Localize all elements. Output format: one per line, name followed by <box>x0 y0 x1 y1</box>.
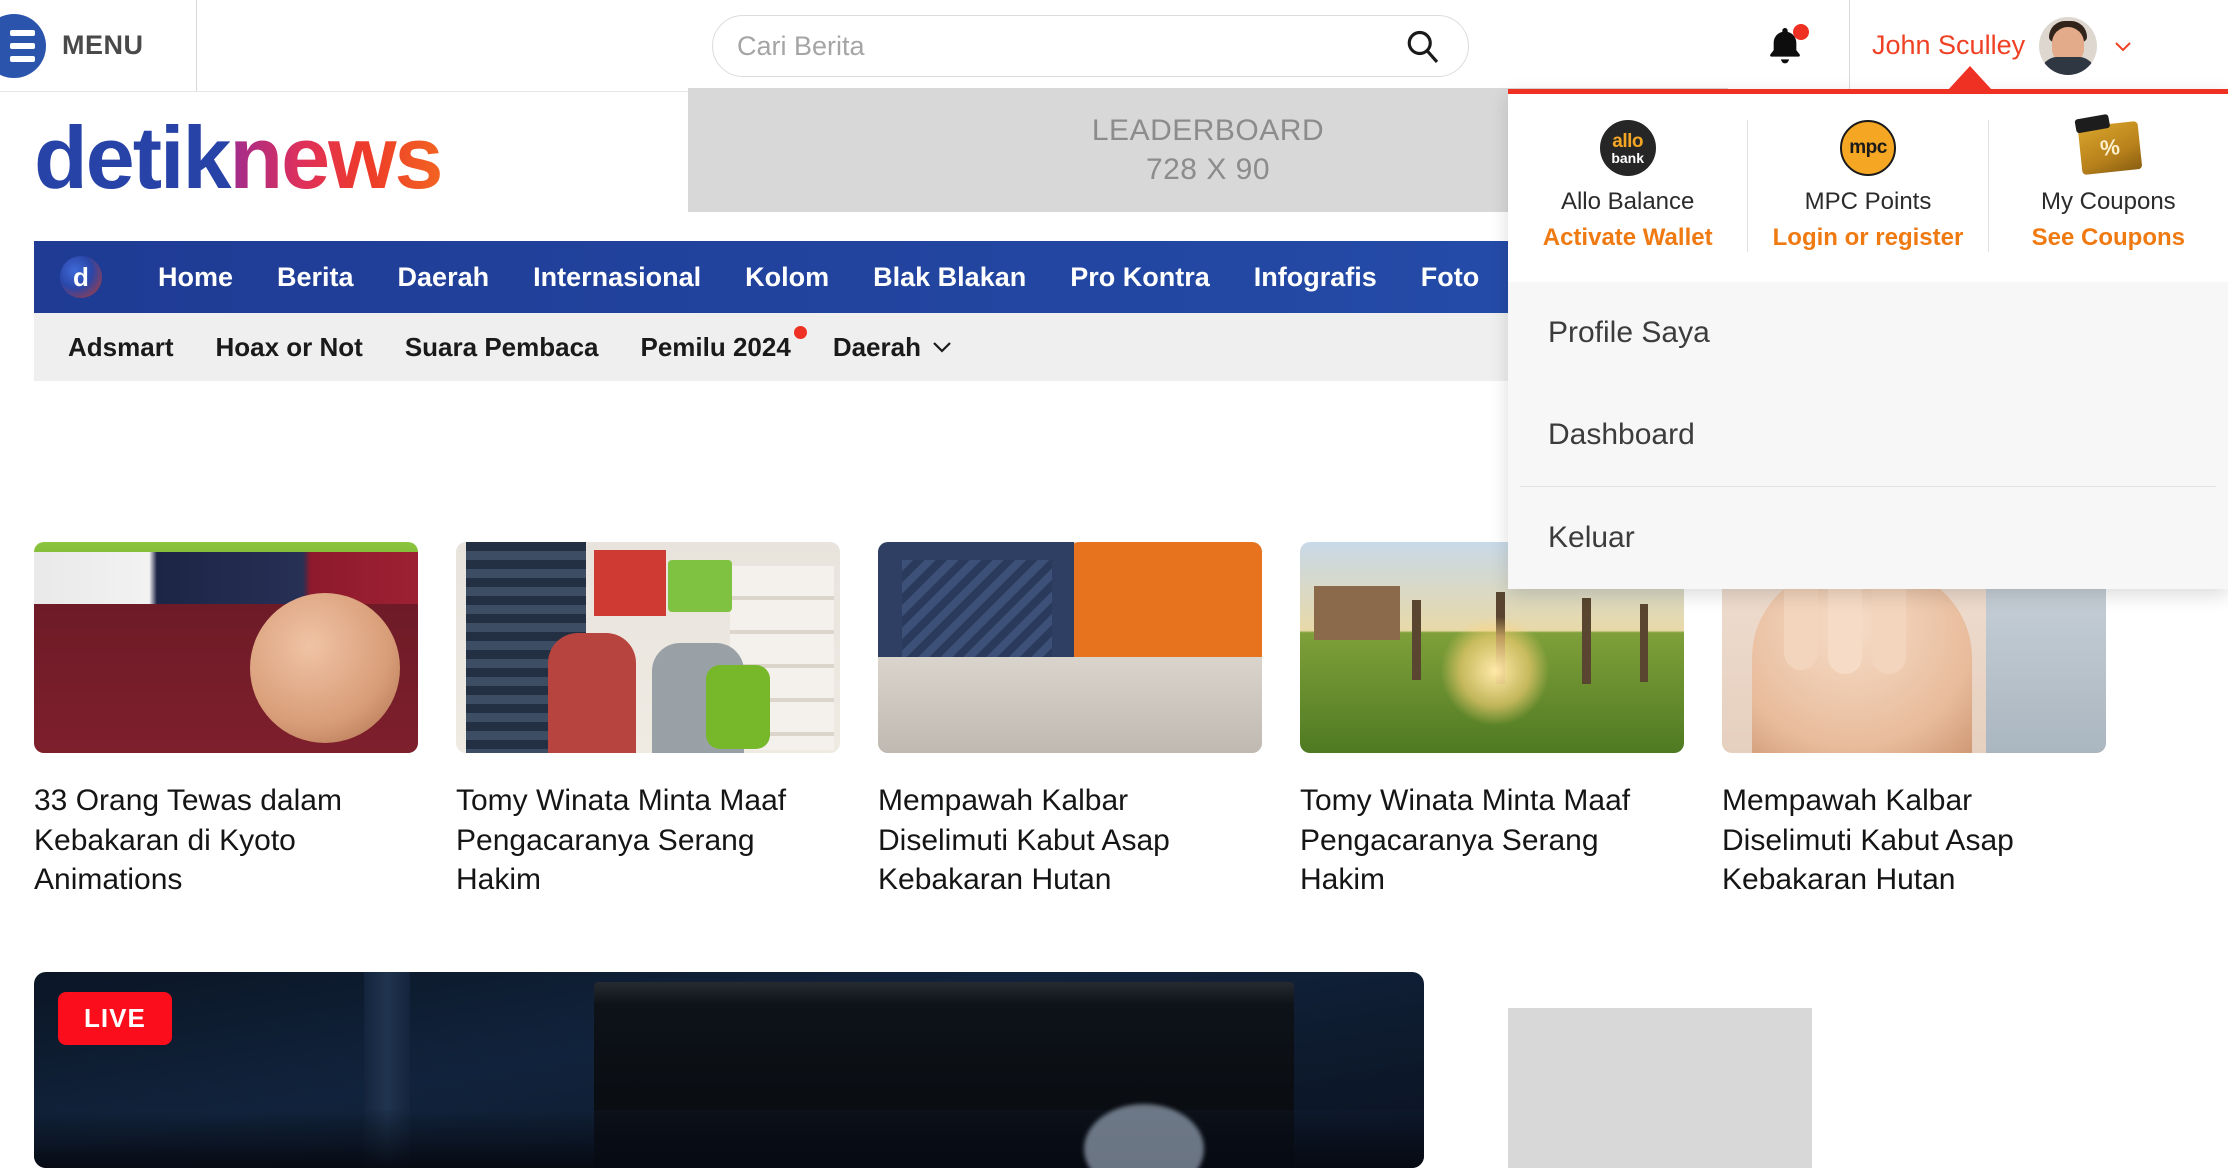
subnav-item-daerah[interactable]: Daerah <box>833 332 955 363</box>
login-or-register-link[interactable]: Login or register <box>1773 224 1964 252</box>
top-header-bar: MENU John Sculley <box>0 0 2228 92</box>
hamburger-icon[interactable] <box>0 14 46 78</box>
news-card-title[interactable]: 33 Orang Tewas dalam Kebakaran di Kyoto … <box>34 781 418 900</box>
mpc-points-icon: mpc <box>1839 120 1896 176</box>
nav-item-home[interactable]: Home <box>158 262 233 293</box>
news-card-title[interactable]: Tomy Winata Minta Maaf Pengacaranya Sera… <box>1300 781 1684 900</box>
search-box[interactable] <box>712 15 1469 77</box>
user-dropdown-panel: allo bank Allo Balance Activate Wallet mp… <box>1508 89 2228 589</box>
user-dropdown-menu: Profile Saya Dashboard Keluar <box>1508 282 2228 589</box>
bell-icon[interactable] <box>1765 23 1809 68</box>
detik-circle-logo[interactable]: d <box>60 256 102 298</box>
news-card[interactable]: Tomy Winata Minta Maaf Pengacaranya Sera… <box>456 542 840 900</box>
wallet-item-allo-balance[interactable]: allo bank Allo Balance Activate Wallet <box>1508 120 1749 252</box>
nav-item-foto[interactable]: Foto <box>1421 262 1479 293</box>
search-icon[interactable] <box>1404 28 1440 64</box>
allo-bank-icon: allo bank <box>1599 120 1656 176</box>
dropdown-item-keluar[interactable]: Keluar <box>1508 487 2228 589</box>
user-name-label: John Sculley <box>1872 30 2026 60</box>
see-coupons-link[interactable]: See Coupons <box>2032 224 2185 252</box>
notification-badge <box>1792 23 1809 40</box>
chevron-down-icon[interactable] <box>929 339 955 355</box>
coupon-icon: % <box>2077 120 2143 176</box>
news-card[interactable]: Tomy Winata Minta Maaf Pengacaranya Sera… <box>1300 542 1684 900</box>
nav-item-internasional[interactable]: Internasional <box>533 262 701 293</box>
search-input[interactable] <box>737 16 1377 76</box>
subnav-item-hoax-or-not[interactable]: Hoax or Not <box>215 332 362 363</box>
nav-item-daerah[interactable]: Daerah <box>398 262 490 293</box>
avatar[interactable] <box>2039 16 2098 75</box>
news-card[interactable]: Mempawah Kalbar Diselimuti Kabut Asap Ke… <box>1722 542 2106 900</box>
leaderboard-ad-line1: LEADERBOARD <box>1091 114 1325 147</box>
wallet-summary-row: allo bank Allo Balance Activate Wallet mp… <box>1508 94 2228 282</box>
chevron-down-icon[interactable] <box>2111 34 2135 58</box>
subnav-label-suara-pembaca: Suara Pembaca <box>404 331 599 362</box>
subnav-label-hoax-or-not: Hoax or Not <box>215 331 363 362</box>
activate-wallet-link[interactable]: Activate Wallet <box>1543 224 1713 252</box>
wallet-label: MPC Points <box>1804 188 1932 215</box>
news-card-title[interactable]: Tomy Winata Minta Maaf Pengacaranya Sera… <box>456 781 840 900</box>
subnav-item-suara-pembaca[interactable]: Suara Pembaca <box>405 332 599 363</box>
nav-item-blak-blakan[interactable]: Blak Blakan <box>873 262 1026 293</box>
user-menu-button[interactable]: John Sculley <box>1850 0 2228 91</box>
father-children-drawing-thumbnail[interactable] <box>456 542 840 753</box>
subnav-label-daerah: Daerah <box>832 331 921 362</box>
nav-item-berita[interactable]: Berita <box>277 262 354 293</box>
menu-label: MENU <box>62 30 144 60</box>
subnav-label-pemilu-2024: Pemilu 2024 <box>640 331 791 362</box>
news-card-title[interactable]: Mempawah Kalbar Diselimuti Kabut Asap Ke… <box>1722 781 2106 900</box>
wallet-item-my-coupons[interactable]: % My Coupons See Coupons <box>1989 120 2228 252</box>
wallet-item-mpc-points[interactable]: mpc MPC Points Login or register <box>1748 120 1989 252</box>
news-card[interactable]: 33 Orang Tewas dalam Kebakaran di Kyoto … <box>34 542 418 900</box>
subnav-item-pemilu-2024[interactable]: Pemilu 2024 <box>640 325 807 363</box>
bottom-ad-placeholder <box>1508 1008 1812 1168</box>
logo-detik: detik <box>34 108 231 207</box>
live-video-card[interactable]: LIVE <box>34 972 1424 1168</box>
camera-case-thumbnail[interactable] <box>34 542 418 753</box>
dropdown-caret <box>1948 66 1992 90</box>
wallet-label: My Coupons <box>2040 188 2176 215</box>
news-card[interactable]: Mempawah Kalbar Diselimuti Kabut Asap Ke… <box>878 542 1262 900</box>
sofa-cushions-thumbnail[interactable] <box>878 542 1262 753</box>
subnav-item-adsmart[interactable]: Adsmart <box>68 332 173 363</box>
notifications-button[interactable] <box>1720 0 1850 91</box>
news-card-grid: 33 Orang Tewas dalam Kebakaran di Kyoto … <box>34 542 2194 900</box>
subnav-label-adsmart: Adsmart <box>68 331 174 362</box>
new-badge-dot <box>793 325 807 339</box>
leaderboard-ad-line2: 728 X 90 <box>1145 153 1271 186</box>
nav-item-pro-kontra[interactable]: Pro Kontra <box>1070 262 1210 293</box>
site-logo[interactable]: detiknews <box>34 114 443 202</box>
nav-item-infografis[interactable]: Infografis <box>1254 262 1377 293</box>
news-card-title[interactable]: Mempawah Kalbar Diselimuti Kabut Asap Ke… <box>878 781 1262 900</box>
wallet-label: Allo Balance <box>1560 188 1695 215</box>
dropdown-item-profile-saya[interactable]: Profile Saya <box>1508 282 2228 384</box>
nav-item-kolom[interactable]: Kolom <box>745 262 829 293</box>
logo-news: news <box>229 108 443 207</box>
menu-button[interactable]: MENU <box>0 0 197 91</box>
live-badge: LIVE <box>58 992 172 1045</box>
dropdown-item-dashboard[interactable]: Dashboard <box>1508 384 2228 486</box>
